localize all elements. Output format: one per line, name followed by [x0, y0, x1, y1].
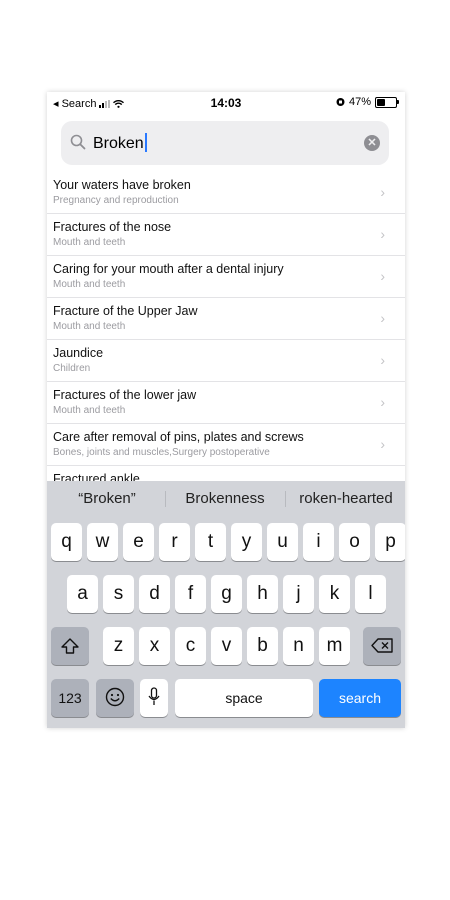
key-k[interactable]: k — [319, 575, 350, 613]
key-b[interactable]: b — [247, 627, 278, 665]
key-t[interactable]: t — [195, 523, 226, 561]
list-item-title: Fractures of the lower jaw — [53, 388, 197, 402]
microphone-icon — [148, 687, 160, 705]
key-c[interactable]: c — [175, 627, 206, 665]
key-p[interactable]: p — [375, 523, 405, 561]
list-item-title: Fracture of the Upper Jaw — [53, 304, 198, 318]
list-item[interactable]: Fractures of the lower jaw Mouth and teet… — [47, 382, 405, 424]
list-item[interactable]: Caring for your mouth after a dental inj… — [47, 256, 405, 298]
status-bar: ◂ Search 14:03 47% — [47, 92, 405, 114]
suggestion-item[interactable]: Brokenness — [175, 490, 275, 507]
list-item-title: Caring for your mouth after a dental inj… — [53, 262, 284, 276]
chevron-right-icon: › — [380, 226, 385, 242]
results-list: Your waters have broken Pregnancy and rep… — [47, 172, 405, 496]
key-f[interactable]: f — [175, 575, 206, 613]
list-item-title: Care after removal of pins, plates and s… — [53, 430, 304, 444]
list-item[interactable]: Care after removal of pins, plates and s… — [47, 424, 405, 466]
suggestion-divider — [285, 491, 286, 507]
search-input[interactable]: Broken — [93, 133, 147, 153]
search-key[interactable]: search — [319, 679, 401, 717]
search-query-text: Broken — [93, 135, 144, 152]
shift-icon — [61, 638, 79, 654]
backspace-icon — [371, 638, 393, 653]
suggestion-item[interactable]: “Broken” — [67, 490, 147, 507]
key-x[interactable]: x — [139, 627, 170, 665]
space-key[interactable]: space — [175, 679, 313, 717]
text-cursor — [144, 133, 147, 152]
key-n[interactable]: n — [283, 627, 314, 665]
key-m[interactable]: m — [319, 627, 350, 665]
list-item-subtitle: Mouth and teeth — [53, 321, 126, 332]
list-item-subtitle: Children — [53, 363, 91, 374]
chevron-right-icon: › — [380, 436, 385, 452]
search-icon — [70, 134, 86, 150]
chevron-right-icon: › — [380, 352, 385, 368]
list-item-title: Your waters have broken — [53, 178, 191, 192]
backspace-key[interactable] — [363, 627, 401, 665]
key-q[interactable]: q — [51, 523, 82, 561]
list-item-title: Fractures of the nose — [53, 220, 172, 234]
status-right: 47% — [336, 96, 399, 108]
chevron-right-icon: › — [380, 268, 385, 284]
emoji-icon — [105, 687, 125, 707]
key-d[interactable]: d — [139, 575, 170, 613]
list-item-subtitle: Mouth and teeth — [53, 279, 126, 290]
lock-icon — [336, 98, 345, 106]
key-u[interactable]: u — [267, 523, 298, 561]
key-g[interactable]: g — [211, 575, 242, 613]
list-item[interactable]: Your waters have broken Pregnancy and rep… — [47, 172, 405, 214]
keyboard: “Broken” Brokenness roken-hearted qwerty… — [47, 481, 405, 728]
phone-screen: ◂ Search 14:03 47% Broken ✕ Your waters … — [47, 92, 405, 728]
key-s[interactable]: s — [103, 575, 134, 613]
key-h[interactable]: h — [247, 575, 278, 613]
shift-key[interactable] — [51, 627, 89, 665]
clear-icon[interactable]: ✕ — [364, 135, 380, 151]
key-w[interactable]: w — [87, 523, 118, 561]
battery-icon — [375, 96, 399, 108]
suggestion-divider — [165, 491, 166, 507]
key-a[interactable]: a — [67, 575, 98, 613]
search-bar[interactable]: Broken ✕ — [61, 121, 389, 165]
battery-fill — [377, 98, 385, 106]
suggestion-bar: “Broken” Brokenness roken-hearted — [47, 481, 405, 517]
key-o[interactable]: o — [339, 523, 370, 561]
key-j[interactable]: j — [283, 575, 314, 613]
key-v[interactable]: v — [211, 627, 242, 665]
battery-percent: 47% — [348, 96, 371, 108]
key-e[interactable]: e — [123, 523, 154, 561]
list-item-subtitle: Mouth and teeth — [53, 405, 126, 416]
list-item-subtitle: Bones, joints and muscles,Surgery postop… — [53, 447, 270, 458]
emoji-key[interactable] — [96, 679, 134, 717]
key-i[interactable]: i — [303, 523, 334, 561]
list-item-subtitle: Mouth and teeth — [53, 237, 126, 248]
suggestion-item[interactable]: roken-hearted — [287, 490, 405, 507]
key-r[interactable]: r — [159, 523, 190, 561]
microphone-key[interactable] — [140, 679, 168, 717]
key-y[interactable]: y — [231, 523, 262, 561]
list-item[interactable]: Fracture of the Upper Jaw Mouth and teeth… — [47, 298, 405, 340]
chevron-right-icon: › — [380, 310, 385, 326]
key-z[interactable]: z — [103, 627, 134, 665]
chevron-right-icon: › — [380, 394, 385, 410]
numbers-key[interactable]: 123 — [51, 679, 89, 717]
list-item-subtitle: Pregnancy and reproduction — [53, 195, 179, 206]
list-item[interactable]: Jaundice Children › — [47, 340, 405, 382]
chevron-right-icon: › — [380, 184, 385, 200]
list-item-title: Jaundice — [53, 346, 104, 360]
list-item[interactable]: Fractures of the nose Mouth and teeth › — [47, 214, 405, 256]
key-l[interactable]: l — [355, 575, 386, 613]
